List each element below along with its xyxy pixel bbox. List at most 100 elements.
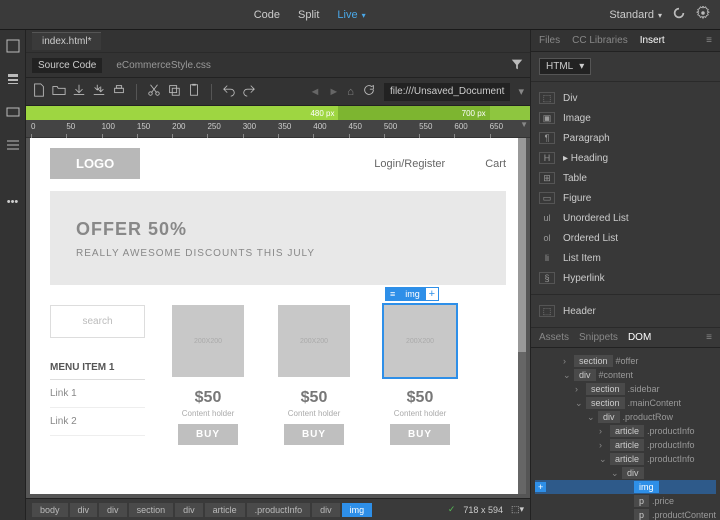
- device-icon[interactable]: ⬚▾: [511, 504, 524, 515]
- bc-div[interactable]: div: [175, 503, 203, 517]
- insert-ordered-list[interactable]: olOrdered List: [539, 228, 712, 248]
- tool-1[interactable]: [5, 38, 21, 57]
- buy-button[interactable]: BUY: [390, 424, 450, 445]
- nav-home-icon[interactable]: ⌂: [347, 86, 354, 98]
- paste-icon[interactable]: [187, 83, 201, 100]
- breakpoint-700[interactable]: 700 px: [338, 106, 489, 120]
- product-caption: Content holder: [377, 409, 463, 418]
- bc-div[interactable]: div: [70, 503, 98, 517]
- tool-more[interactable]: •••: [7, 196, 19, 208]
- menu-item-1[interactable]: MENU ITEM 1: [50, 356, 145, 380]
- tab-files[interactable]: Files: [539, 35, 560, 46]
- dom-tree[interactable]: ›section#offer⌄div#content›section.sideb…: [531, 348, 720, 520]
- panel-tabs: Files CC Libraries Insert ≡: [531, 30, 720, 52]
- mode-code[interactable]: Code: [254, 9, 280, 21]
- insert-unordered-list[interactable]: ulUnordered List: [539, 208, 712, 228]
- buy-button[interactable]: BUY: [178, 424, 238, 445]
- nav-cart[interactable]: Cart: [485, 158, 506, 170]
- bc-img[interactable]: img: [342, 503, 373, 517]
- undo-icon[interactable]: [222, 83, 236, 100]
- insert-list-item[interactable]: liList Item: [539, 248, 712, 268]
- settings-icon[interactable]: [696, 6, 710, 23]
- tool-2[interactable]: [5, 71, 21, 90]
- sidebar-link-2[interactable]: Link 2: [50, 408, 145, 436]
- dom-node[interactable]: ›section.sidebar: [535, 382, 716, 396]
- insert-paragraph[interactable]: ¶Paragraph: [539, 128, 712, 148]
- dom-node[interactable]: ⌄article.productInfo: [535, 452, 716, 466]
- insert-node-icon[interactable]: +: [535, 482, 546, 492]
- dom-node[interactable]: p.price: [535, 494, 716, 508]
- save-icon[interactable]: [72, 83, 86, 100]
- viewport-size: 718 x 594: [463, 505, 503, 515]
- bc-div[interactable]: div: [99, 503, 127, 517]
- redo-icon[interactable]: [242, 83, 256, 100]
- filter-icon[interactable]: [510, 57, 524, 74]
- cut-icon[interactable]: [147, 83, 161, 100]
- breakpoint-480[interactable]: 480 px: [26, 106, 338, 120]
- media-query-bar[interactable]: 480 px 700 px: [26, 106, 530, 120]
- tab-insert[interactable]: Insert: [640, 35, 665, 46]
- copy-icon[interactable]: [167, 83, 181, 100]
- sync-icon[interactable]: [672, 6, 686, 23]
- buy-button[interactable]: BUY: [284, 424, 344, 445]
- insert-list: ⬚Div▣Image¶ParagraphH▸ Heading⊞Table▭Fig…: [531, 82, 720, 295]
- offer-subtitle: REALLY AWESOME DISCOUNTS THIS JULY: [76, 248, 480, 259]
- dom-node[interactable]: ⌄div#content: [535, 368, 716, 382]
- canvas-scrollbar[interactable]: [518, 138, 526, 494]
- print-icon[interactable]: [112, 83, 126, 100]
- reload-icon[interactable]: [362, 83, 376, 100]
- dom-node[interactable]: ›article.productInfo: [535, 438, 716, 452]
- tool-3[interactable]: [5, 104, 21, 123]
- dom-node[interactable]: ›section#offer: [535, 354, 716, 368]
- dom-menu-icon[interactable]: ≡: [706, 332, 712, 343]
- nav-fwd-icon[interactable]: ►: [328, 86, 339, 98]
- insert-div[interactable]: ⬚Div: [539, 88, 712, 108]
- mode-split[interactable]: Split: [298, 9, 319, 21]
- dom-node[interactable]: ⌄div: [535, 466, 716, 480]
- insert-figure[interactable]: ▭Figure: [539, 188, 712, 208]
- save-all-icon[interactable]: [92, 83, 106, 100]
- mode-live[interactable]: Live: [337, 9, 365, 21]
- tab-dom[interactable]: DOM: [628, 332, 651, 343]
- dom-node[interactable]: ⌄div.productRow: [535, 410, 716, 424]
- panel-menu-icon[interactable]: ≡: [706, 35, 712, 46]
- bc-section[interactable]: section: [129, 503, 174, 517]
- insert-image[interactable]: ▣Image: [539, 108, 712, 128]
- insert-table[interactable]: ⊞Table: [539, 168, 712, 188]
- tab-assets[interactable]: Assets: [539, 332, 569, 343]
- new-file-icon[interactable]: [32, 83, 46, 100]
- tab-snippets[interactable]: Snippets: [579, 332, 618, 343]
- product-row: 200X200 $50 Content holder BUY 200X200 $…: [165, 305, 506, 445]
- add-element-icon[interactable]: +: [425, 287, 439, 301]
- bc-productinfo[interactable]: .productInfo: [247, 503, 311, 517]
- insert-hyperlink[interactable]: §Hyperlink: [539, 268, 712, 288]
- nav-login[interactable]: Login/Register: [374, 158, 445, 170]
- bc-div[interactable]: div: [312, 503, 340, 517]
- insert-header[interactable]: ⬚ Header: [539, 301, 712, 321]
- ruler-handle-icon[interactable]: ▼: [520, 120, 528, 129]
- dom-node[interactable]: ⌄section.mainContent: [535, 396, 716, 410]
- bc-body[interactable]: body: [32, 503, 68, 517]
- sidebar-link-1[interactable]: Link 1: [50, 380, 145, 408]
- insert-heading[interactable]: H▸ Heading: [539, 148, 712, 168]
- dom-node[interactable]: p.productContent: [535, 508, 716, 520]
- site-logo: LOGO: [50, 148, 140, 179]
- dom-node[interactable]: ›article.productInfo: [535, 424, 716, 438]
- open-folder-icon[interactable]: [52, 83, 66, 100]
- live-preview-canvas[interactable]: LOGO Login/Register Cart OFFER 50% REALL…: [30, 138, 526, 494]
- tab-cclib[interactable]: CC Libraries: [572, 35, 628, 46]
- tool-4[interactable]: [5, 137, 21, 156]
- stylesheet-chip[interactable]: eCommerceStyle.css: [110, 58, 216, 73]
- url-dropdown-icon[interactable]: ▾: [518, 85, 524, 98]
- search-input[interactable]: search: [50, 305, 145, 338]
- source-code-chip[interactable]: Source Code: [32, 58, 102, 73]
- insert-item-icon: ¶: [539, 132, 555, 144]
- insert-category-dropdown[interactable]: HTML▾: [539, 58, 591, 75]
- dom-node[interactable]: +img: [535, 480, 716, 494]
- element-selection-hud[interactable]: ≡ img +: [385, 287, 439, 301]
- nav-back-icon[interactable]: ◄: [310, 86, 321, 98]
- workspace-switcher[interactable]: Standard: [609, 9, 662, 21]
- tab-index[interactable]: index.html*: [32, 32, 101, 50]
- bc-article[interactable]: article: [205, 503, 245, 517]
- address-bar[interactable]: file:///Unsaved_Document: [384, 83, 511, 101]
